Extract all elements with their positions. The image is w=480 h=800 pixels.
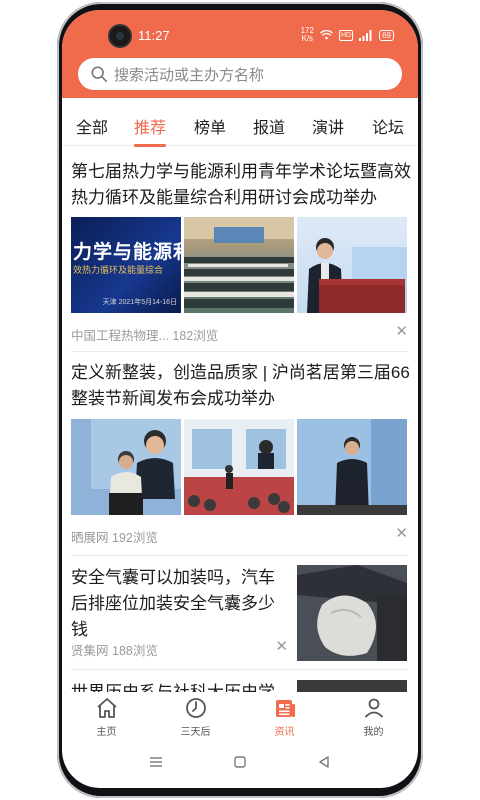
airbag-scene: [297, 565, 407, 661]
clock-icon: [185, 698, 206, 718]
banner-title: 力学与能源利用: [73, 242, 181, 263]
nav-three-days[interactable]: 三天后: [151, 692, 240, 740]
audience-stage-image[interactable]: [184, 419, 294, 515]
news-source: 贤集网 188浏览: [71, 644, 158, 658]
conference-hall-scene: [184, 217, 294, 308]
front-camera: [110, 26, 130, 46]
news-title[interactable]: 第七届热力学与能源利用青年学术论坛暨高效热力循环及能量综合利用研讨会成功举办: [71, 159, 411, 211]
dismiss-icon[interactable]: ✕: [395, 322, 408, 340]
hd-badge: HD: [338, 29, 354, 41]
tab-forums[interactable]: 论坛: [372, 114, 404, 138]
status-time: 11:27: [138, 28, 170, 43]
news-item[interactable]: 定义新整装，创造品质家 | 沪尚茗居第三届66整装节新闻发布会成功举办 晒展网 …: [62, 352, 418, 556]
speaker-podium-image[interactable]: [297, 217, 407, 313]
home-square-icon[interactable]: [233, 755, 247, 769]
stage-speaker-image-2[interactable]: [297, 419, 407, 515]
news-title[interactable]: 世界历史系与社科大历史学院: [71, 680, 289, 692]
news-title[interactable]: 定义新整装，创造品质家 | 沪尚茗居第三届66整装节新闻发布会成功举办: [71, 360, 411, 412]
news-images[interactable]: [71, 419, 408, 515]
dismiss-icon[interactable]: ✕: [395, 524, 408, 542]
nav-home-label: 主页: [96, 727, 117, 738]
status-bar: 11:27 172 K/s HD 69: [62, 10, 418, 54]
category-tabs: 全部 推荐 榜单 报道 演讲 论坛: [62, 106, 418, 147]
history-image[interactable]: [297, 680, 407, 692]
home-icon: [96, 698, 117, 718]
back-triangle-icon[interactable]: [317, 755, 331, 769]
news-source: 晒展网 192浏览: [71, 531, 158, 545]
signal-icon: [359, 29, 372, 41]
tab-reports[interactable]: 报道: [253, 114, 285, 138]
search-placeholder: 搜索活动或主办方名称: [114, 66, 265, 84]
news-item[interactable]: 世界历史系与社科大历史学院: [62, 670, 418, 692]
nav-three-days-label: 三天后: [180, 727, 211, 738]
audience-stage-scene: [184, 419, 294, 515]
stage-speaker-image-1[interactable]: [71, 419, 181, 515]
dismiss-icon[interactable]: ✕: [275, 637, 288, 655]
nav-news[interactable]: 资讯: [240, 692, 329, 740]
stage-speaker-scene-1: [71, 419, 181, 515]
menu-icon[interactable]: [149, 755, 163, 769]
stage-speaker-scene-2: [297, 419, 407, 515]
system-navigation-bar: [62, 742, 418, 782]
banner-subtitle: 效热力循环及能量综合: [73, 265, 164, 275]
news-item[interactable]: 安全气囊可以加装吗，汽车后排座位加装安全气囊多少钱 贤集网 188浏览 ✕: [62, 557, 418, 670]
tab-rankings[interactable]: 榜单: [194, 114, 226, 138]
battery-indicator: 69: [379, 29, 394, 41]
nav-home[interactable]: 主页: [62, 692, 151, 740]
tab-all[interactable]: 全部: [76, 114, 108, 138]
news-icon: [275, 700, 295, 717]
tab-speeches[interactable]: 演讲: [312, 114, 344, 138]
news-title[interactable]: 安全气囊可以加装吗，汽车后排座位加装安全气囊多少钱: [71, 565, 289, 643]
search-input[interactable]: 搜索活动或主办方名称: [78, 58, 402, 90]
news-source: 中国工程热物理... 182浏览: [71, 329, 219, 343]
speaker-podium-scene: [307, 238, 407, 313]
profile-icon: [364, 698, 383, 718]
news-item[interactable]: 第七届热力学与能源利用青年学术论坛暨高效热力循环及能量综合利用研讨会成功举办 力…: [62, 147, 418, 352]
banner-date: 天津 2021年5月14-16日: [102, 299, 177, 306]
nav-profile[interactable]: 我的: [329, 692, 418, 740]
news-feed[interactable]: 第七届热力学与能源利用青年学术论坛暨高效热力循环及能量综合利用研讨会成功举办 力…: [62, 147, 418, 692]
search-icon: [91, 66, 108, 83]
bottom-navigation: 主页 三天后 资讯 我的: [62, 692, 418, 740]
nav-news-label: 资讯: [274, 727, 295, 738]
network-speed: 172 K/s: [300, 26, 314, 43]
status-indicators: 172 K/s HD 69: [301, 27, 394, 43]
banner-image[interactable]: 力学与能源利用 效热力循环及能量综合 天津 2021年5月14-16日: [71, 217, 181, 313]
wifi-icon: [319, 29, 333, 40]
news-images[interactable]: 力学与能源利用 效热力循环及能量综合 天津 2021年5月14-16日: [71, 217, 408, 313]
divider: [71, 555, 408, 556]
airbag-image[interactable]: [297, 565, 407, 661]
app-screen: 11:27 172 K/s HD 69 搜索活动或主办方名称 全部 推荐 榜单 …: [62, 10, 418, 788]
nav-profile-label: 我的: [363, 727, 384, 738]
conference-hall-image[interactable]: [184, 217, 294, 313]
tab-recommended[interactable]: 推荐: [134, 114, 167, 147]
